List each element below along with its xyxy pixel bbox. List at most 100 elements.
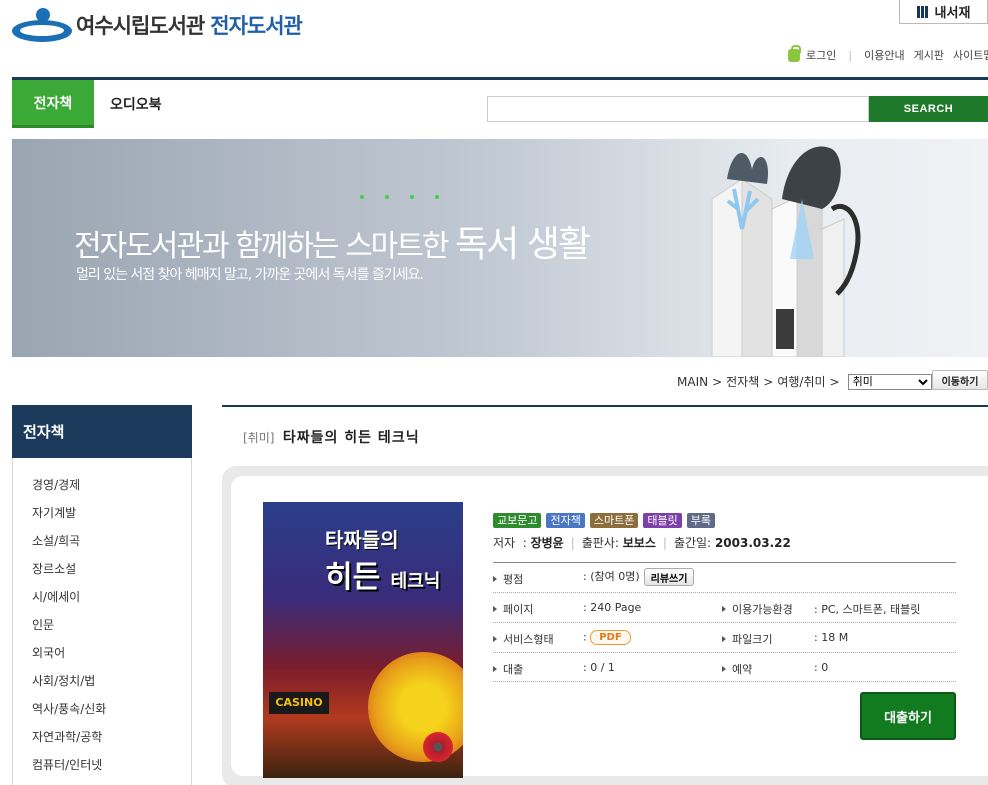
- top-links: 로그인 | 이용안내 게시판 사이트맵: [788, 44, 988, 63]
- reserve-value: : 0: [814, 661, 829, 674]
- env-label: 이용가능환경: [732, 603, 793, 616]
- badge-tablet: 태블릿: [643, 513, 682, 528]
- info-row-rating: 평점 : (참여 0명) 리뷰쓰기: [493, 562, 956, 592]
- author-value: 장병윤: [530, 536, 564, 550]
- sidebar-item-poetry-essay[interactable]: 시/에세이: [32, 588, 106, 616]
- cover-disc-graphic: [423, 732, 453, 762]
- sidebar-item-history[interactable]: 역사/풍속/신화: [32, 700, 106, 728]
- breadcrumb-ebook[interactable]: 전자책: [726, 373, 759, 390]
- info-row-loan: 대출 : 0 / 1 예약 : 0: [493, 652, 956, 682]
- borrow-button[interactable]: 대출하기: [860, 692, 956, 740]
- badge-row: 교보문고 전자책 스마트폰 태블릿 부록: [493, 513, 715, 528]
- promo-banner: 전자도서관과 함께하는 스마트한 독서 생활 멀리 있는 서점 찾아 헤매지 말…: [12, 139, 988, 357]
- cover-casino-sign: CASINO: [269, 692, 329, 714]
- book-title: 타짜들의 히든 테크닉: [282, 430, 420, 446]
- logo-subtitle: 전자도서관: [210, 14, 303, 38]
- lock-icon: [788, 44, 801, 62]
- filesize-label: 파일크기: [732, 633, 773, 646]
- sidebar-item-foreign-language[interactable]: 외국어: [32, 644, 106, 672]
- bullet-icon: [722, 606, 726, 612]
- rating-value: : (참여 0명): [583, 570, 640, 583]
- badge-ebook: 전자책: [546, 513, 585, 528]
- breadcrumb-category[interactable]: 여행/취미: [777, 373, 825, 390]
- search-button[interactable]: SEARCH: [869, 96, 988, 122]
- pdf-format-tag: PDF: [590, 630, 631, 645]
- env-value: : PC, 스마트폰, 태블릿: [814, 603, 921, 616]
- logo-icon: [12, 8, 72, 42]
- pages-value: : 240 Page: [583, 601, 642, 614]
- breadcrumb-main[interactable]: MAIN: [677, 375, 708, 389]
- info-row-service: 서비스형태 : PDF 파일크기 : 18 M: [493, 622, 956, 652]
- divider: |: [662, 535, 667, 550]
- rating-label: 평점: [503, 573, 524, 586]
- cover-title-big: 히든 테크닉: [325, 552, 440, 596]
- publisher-value: 보보스: [622, 536, 656, 550]
- sidebar-item-science[interactable]: 자연과학/공학: [32, 728, 106, 756]
- banner-headline-big: 독서 생활: [455, 224, 591, 265]
- pubdate-value: 2003.03.22: [714, 535, 791, 550]
- banner-headline: 전자도서관과 함께하는 스마트한 독서 생활: [74, 215, 591, 267]
- bullet-icon: [722, 666, 726, 672]
- sidebar-item-society[interactable]: 사회/정치/법: [32, 672, 106, 700]
- content-divider: [222, 405, 988, 407]
- service-colon: :: [583, 630, 587, 644]
- write-review-button[interactable]: 리뷰쓰기: [643, 568, 695, 586]
- loan-label: 대출: [503, 663, 524, 676]
- books-illustration: [711, 146, 861, 357]
- my-library-button[interactable]: 내서재: [899, 0, 988, 24]
- bullet-icon: [493, 666, 497, 672]
- divider: |: [570, 535, 575, 550]
- author-label: 저자: [493, 536, 516, 550]
- logo-name: 여수시립도서관: [76, 14, 205, 38]
- badge-appendix: 부록: [686, 513, 715, 528]
- move-button[interactable]: 이동하기: [932, 370, 988, 390]
- banner-dots: [360, 195, 439, 199]
- pubdate-label: 출간일:: [673, 536, 712, 550]
- breadcrumb-separator: >: [712, 374, 723, 389]
- site-logo[interactable]: 여수시립도서관 전자도서관: [12, 8, 303, 42]
- books-icon: [916, 5, 929, 18]
- sidebar-item-humanities[interactable]: 인문: [32, 616, 106, 644]
- guide-link[interactable]: 이용안내: [864, 47, 904, 63]
- publisher-label: 출판사:: [581, 536, 619, 550]
- cover-title-big-b: 테크닉: [390, 571, 441, 592]
- search-input[interactable]: [487, 96, 869, 122]
- sidebar-item-computer[interactable]: 컴퓨터/인터넷: [32, 756, 106, 784]
- breadcrumb-separator: >: [829, 374, 840, 389]
- banner-headline-small: 전자도서관과 함께하는 스마트한: [74, 229, 449, 264]
- cover-title-big-a: 히든: [325, 560, 381, 595]
- pages-label: 페이지: [503, 603, 534, 616]
- category-select[interactable]: 취미: [847, 373, 932, 390]
- tab-audiobook[interactable]: 오디오북: [110, 80, 162, 128]
- sidebar-title: 전자책: [12, 405, 192, 458]
- loan-value: : 0 / 1: [583, 661, 615, 674]
- badge-smartphone: 스마트폰: [589, 513, 639, 528]
- divider: |: [848, 48, 853, 62]
- breadcrumb: MAIN > 전자책 > 여행/취미 > 취미: [677, 373, 932, 390]
- info-row-pages: 페이지 : 240 Page 이용가능환경 : PC, 스마트폰, 태블릿: [493, 592, 956, 622]
- bullet-icon: [493, 606, 497, 612]
- sidebar-item-novel[interactable]: 소설/희곡: [32, 532, 106, 560]
- bullet-icon: [493, 636, 497, 642]
- sidebar-item-self-improvement[interactable]: 자기계발: [32, 504, 106, 532]
- tab-ebook[interactable]: 전자책: [12, 80, 94, 128]
- page-title: [취미] 타짜들의 히든 테크닉: [243, 427, 420, 447]
- sidebar-item-genre-fiction[interactable]: 장르소설: [32, 560, 106, 588]
- bullet-icon: [493, 576, 497, 582]
- sidebar-item-business[interactable]: 경영/경제: [32, 476, 106, 504]
- book-info-table: 평점 : (참여 0명) 리뷰쓰기 페이지 : 240 Page 이용가능환경 :…: [493, 562, 956, 682]
- filesize-value: : 18 M: [814, 631, 849, 644]
- sitemap-link[interactable]: 사이트맵: [953, 47, 988, 63]
- book-category: [취미]: [243, 431, 275, 445]
- cover-title-line: 타짜들의: [325, 528, 399, 552]
- book-meta: 저자 : 장병윤 | 출판사: 보보스 | 출간일: 2003.03.22: [493, 535, 791, 551]
- board-link[interactable]: 게시판: [914, 47, 944, 63]
- breadcrumb-separator: >: [763, 374, 774, 389]
- sidebar-category-list: 경영/경제 자기계발 소설/희곡 장르소설 시/에세이 인문 외국어 사회/정치…: [32, 476, 106, 784]
- login-link[interactable]: 로그인: [806, 47, 836, 63]
- book-cover[interactable]: 타짜들의 히든 테크닉 CASINO: [263, 502, 463, 778]
- service-label: 서비스형태: [503, 633, 554, 646]
- banner-subline: 멀리 있는 서점 찾아 헤매지 말고, 가까운 곳에서 독서를 즐기세요.: [76, 267, 424, 283]
- reserve-label: 예약: [732, 663, 753, 676]
- my-library-label: 내서재: [934, 6, 971, 21]
